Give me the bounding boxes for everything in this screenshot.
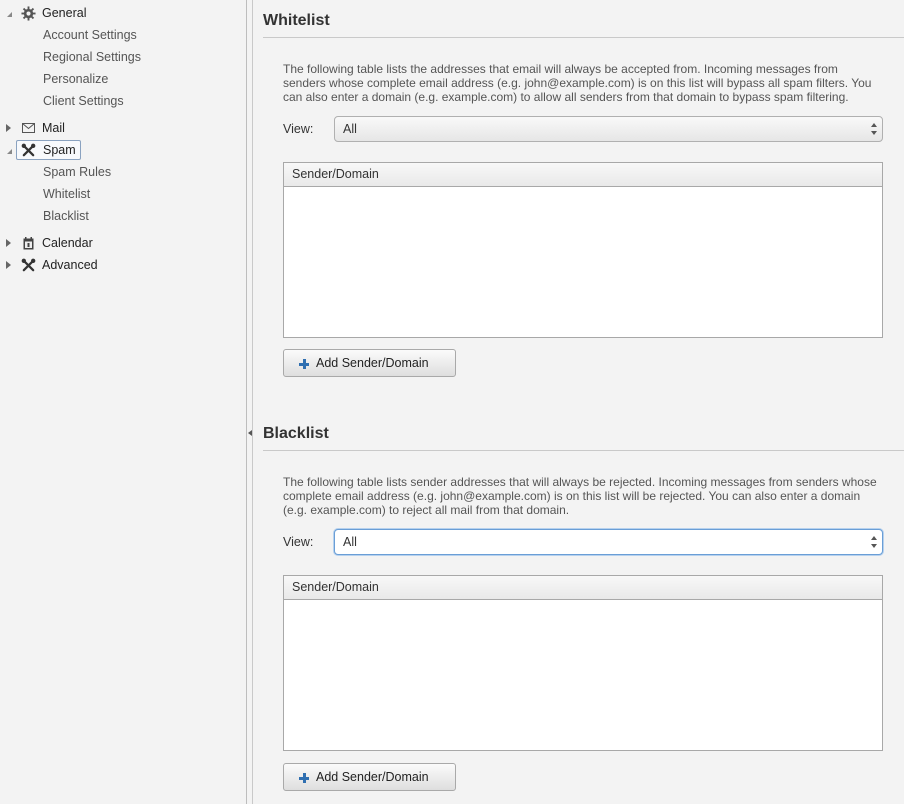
button-label: Add Sender/Domain: [316, 356, 429, 370]
blacklist-description: The following table lists sender address…: [283, 475, 877, 517]
whitelist-add-sender-button[interactable]: Add Sender/Domain: [283, 349, 456, 377]
whitelist-description: The following table lists the addresses …: [283, 62, 872, 104]
button-label: Add Sender/Domain: [316, 770, 429, 784]
panel-splitter[interactable]: [246, 0, 253, 804]
tree-node-label: Advanced: [42, 258, 98, 272]
plus-icon: [298, 772, 310, 784]
sidebar-item-blacklist[interactable]: Blacklist: [0, 206, 247, 226]
whitelist-section: Whitelist The following table lists the …: [263, 10, 904, 390]
tree-node-advanced[interactable]: Advanced: [0, 255, 247, 275]
column-header-sender-domain[interactable]: Sender/Domain: [284, 163, 882, 187]
sidebar-item-regional-settings[interactable]: Regional Settings: [0, 47, 247, 67]
tree-node-label: Mail: [42, 121, 65, 135]
tree-node-mail[interactable]: Mail: [0, 118, 247, 138]
expanded-arrow-icon[interactable]: [4, 8, 12, 18]
tree-node-general[interactable]: General: [0, 3, 247, 23]
whitelist-title: Whitelist: [263, 10, 904, 38]
tree-node-spam[interactable]: Spam: [0, 140, 247, 160]
collapsed-arrow-icon[interactable]: [4, 238, 12, 248]
settings-content: Whitelist The following table lists the …: [253, 0, 904, 804]
tree-node-calendar[interactable]: Calendar: [0, 233, 247, 253]
sidebar-item-whitelist[interactable]: Whitelist: [0, 184, 247, 204]
view-label: View:: [283, 535, 314, 549]
envelope-icon: [20, 120, 36, 136]
tree-node-label: Calendar: [42, 236, 93, 250]
sidebar-item-account-settings[interactable]: Account Settings: [0, 25, 247, 45]
blacklist-title: Blacklist: [263, 423, 904, 451]
whitelist-table: Sender/Domain: [283, 162, 883, 338]
sidebar-item-spam-rules[interactable]: Spam Rules: [0, 162, 247, 182]
sidebar-item-client-settings[interactable]: Client Settings: [0, 91, 247, 111]
settings-window: General Account Settings Regional Settin…: [0, 0, 904, 804]
blacklist-section: Blacklist The following table lists send…: [263, 423, 904, 803]
tools-icon: [20, 257, 36, 273]
column-header-sender-domain[interactable]: Sender/Domain: [284, 576, 882, 600]
blacklist-table: Sender/Domain: [283, 575, 883, 751]
tools-icon: [20, 142, 36, 158]
select-value: All: [343, 122, 357, 136]
collapsed-arrow-icon[interactable]: [4, 123, 12, 133]
sidebar-item-personalize[interactable]: Personalize: [0, 69, 247, 89]
settings-sidebar: General Account Settings Regional Settin…: [0, 0, 247, 804]
blacklist-view-select[interactable]: All: [334, 529, 883, 555]
blacklist-view-row: View: All: [283, 529, 883, 555]
select-arrows-icon: [871, 536, 877, 548]
whitelist-view-select[interactable]: All: [334, 116, 883, 142]
blacklist-add-sender-button[interactable]: Add Sender/Domain: [283, 763, 456, 791]
plus-icon: [298, 358, 310, 370]
tree-node-label: General: [42, 6, 87, 20]
whitelist-view-row: View: All: [283, 116, 883, 142]
collapsed-arrow-icon[interactable]: [4, 260, 12, 270]
view-label: View:: [283, 122, 314, 136]
gear-icon: [20, 5, 36, 21]
calendar-icon: [20, 235, 36, 251]
select-arrows-icon: [871, 123, 877, 135]
select-value: All: [343, 535, 357, 549]
expanded-arrow-icon[interactable]: [4, 145, 12, 155]
